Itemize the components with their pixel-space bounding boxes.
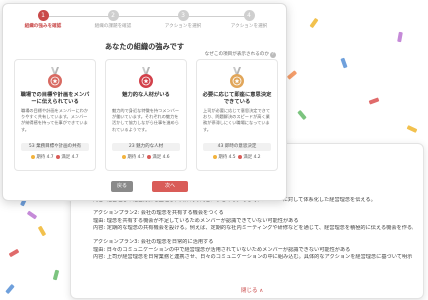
card-scores: 期待 4.7 満足 4.6 <box>112 154 180 160</box>
card-tag: 53 業務目標や計画の共有 <box>21 143 89 151</box>
step-4: 4 アクションを選択 <box>219 10 279 29</box>
help-link-label: なぜこの項目が表示されるのか <box>204 52 269 57</box>
score-label: 満足 <box>61 155 71 160</box>
card-title: 職場での目標や計画をメンバーに伝えられている <box>20 92 90 106</box>
confetti <box>52 269 60 281</box>
card-title: 必要に応じて即座に意思決定できている <box>202 92 272 106</box>
confetti <box>406 125 418 133</box>
confetti <box>397 31 403 43</box>
step-label: アクションを選択 <box>230 24 268 29</box>
score-value: 4.2 <box>253 155 261 160</box>
action-plan-line: アクションプラン3: 会社の理念を日常的に活用する <box>93 238 214 245</box>
score-label: 満足 <box>152 155 162 160</box>
card-scores: 期待 4.7 満足 4.7 <box>21 154 89 160</box>
step-3: 3 アクションを選択 <box>153 10 213 29</box>
step-1: 1 組織の強みを確認 <box>13 10 73 29</box>
action-plan-line: 理由: 日々のコミュニケーションの中で経営理念が活用されていないためメンバーが認… <box>93 246 351 253</box>
progress-stepper: 1 組織の強みを確認 2 組織の課題を確認 3 アクションを選択 4 アクション… <box>13 10 279 32</box>
confetti <box>297 109 307 121</box>
action-plan-line: アクションプラン2: 会社の理念を共有する機会をつくる <box>93 210 224 217</box>
action-plan-line: 内容: 定期的な理念の共有機会を設ける。例えば、定期的な社内ミーティングや研修な… <box>93 225 413 232</box>
medal-icon <box>230 67 244 88</box>
score-label: 期待 <box>218 155 228 160</box>
step-number: 4 <box>243 10 255 21</box>
score-value: 4.7 <box>137 155 145 160</box>
score-label: 期待 <box>127 155 137 160</box>
satisfaction-dot-icon <box>56 154 61 159</box>
score-label: 満足 <box>243 155 253 160</box>
strength-card: 職場での目標や計画をメンバーに伝えられている 職場の目標や計画をメンバーにわかり… <box>14 59 96 171</box>
action-plan-line: 内容: 上司が経営理念を日常業務と連携させ、日々のコミュニケーションの中に組み込… <box>93 254 413 261</box>
medal-icon <box>139 67 153 88</box>
strengths-modal: 1 組織の強みを確認 2 組織の課題を確認 3 アクションを選択 4 アクション… <box>2 3 287 201</box>
step-number: 3 <box>177 10 189 21</box>
step-number: 2 <box>107 10 119 21</box>
confetti <box>26 210 38 220</box>
expectation-dot-icon <box>213 154 218 159</box>
help-link[interactable]: なぜこの項目が表示されるのか? <box>205 51 276 58</box>
card-title: 魅力的な人材がいる <box>122 92 170 98</box>
next-button[interactable]: 次へ <box>152 181 188 192</box>
step-number: 1 <box>37 10 49 21</box>
satisfaction-dot-icon <box>238 154 243 159</box>
action-plan-line: 理由: 理念を共有する機会が不足しているためメンバーが認識できていない可能性があ… <box>93 217 299 224</box>
confetti <box>309 17 319 29</box>
card-tag: 23 魅力的な人材 <box>112 143 180 151</box>
confetti <box>340 57 348 69</box>
confetti <box>368 97 380 105</box>
strength-card: 魅力的な人材がいる 魅力的で身近な特徴を持つメンバーが働いています。それぞれの魅… <box>105 59 187 171</box>
strength-cards: 職場での目標や計画をメンバーに伝えられている 職場の目標や計画をメンバーにわかり… <box>14 59 278 171</box>
score-value: 4.6 <box>162 155 170 160</box>
card-description: 職場の目標や計画をメンバーにわかりやすく共有しています。メンバーが納得感を持って… <box>21 108 89 132</box>
confetti <box>37 225 47 237</box>
close-button[interactable]: 閉じる ∧ <box>241 286 263 294</box>
back-button[interactable]: 戻る <box>111 181 133 192</box>
card-description: 魅力的で身近な特徴を持つメンバーが働いています。それぞれの魅力を活かして協力しな… <box>112 108 180 132</box>
score-value: 4.7 <box>46 155 54 160</box>
step-label: 組織の課題を確認 <box>94 24 132 29</box>
confetti <box>5 283 15 295</box>
expectation-dot-icon <box>31 154 36 159</box>
medal-icon <box>48 67 62 88</box>
step-label: 組織の強みを確認 <box>24 24 62 29</box>
strength-card: 必要に応じて即座に意思決定できている 上司が必要に応じて意思決定できており、問題… <box>196 59 278 171</box>
score-value: 4.5 <box>228 155 236 160</box>
card-scores: 期待 4.5 満足 4.2 <box>203 154 271 160</box>
expectation-dot-icon <box>122 154 127 159</box>
step-2: 2 組織の課題を確認 <box>83 10 143 29</box>
confetti <box>8 248 20 258</box>
question-icon: ? <box>270 52 276 58</box>
card-tag: 43 即時の意思決定 <box>203 143 271 151</box>
score-value: 4.7 <box>71 155 79 160</box>
score-label: 期待 <box>36 155 46 160</box>
confetti <box>286 70 298 80</box>
satisfaction-dot-icon <box>147 154 152 159</box>
step-label: アクションを選択 <box>164 24 202 29</box>
card-description: 上司が必要に応じて意思決定できており、問題解決のスピードが高く業務が停滞しにくい… <box>203 108 271 132</box>
